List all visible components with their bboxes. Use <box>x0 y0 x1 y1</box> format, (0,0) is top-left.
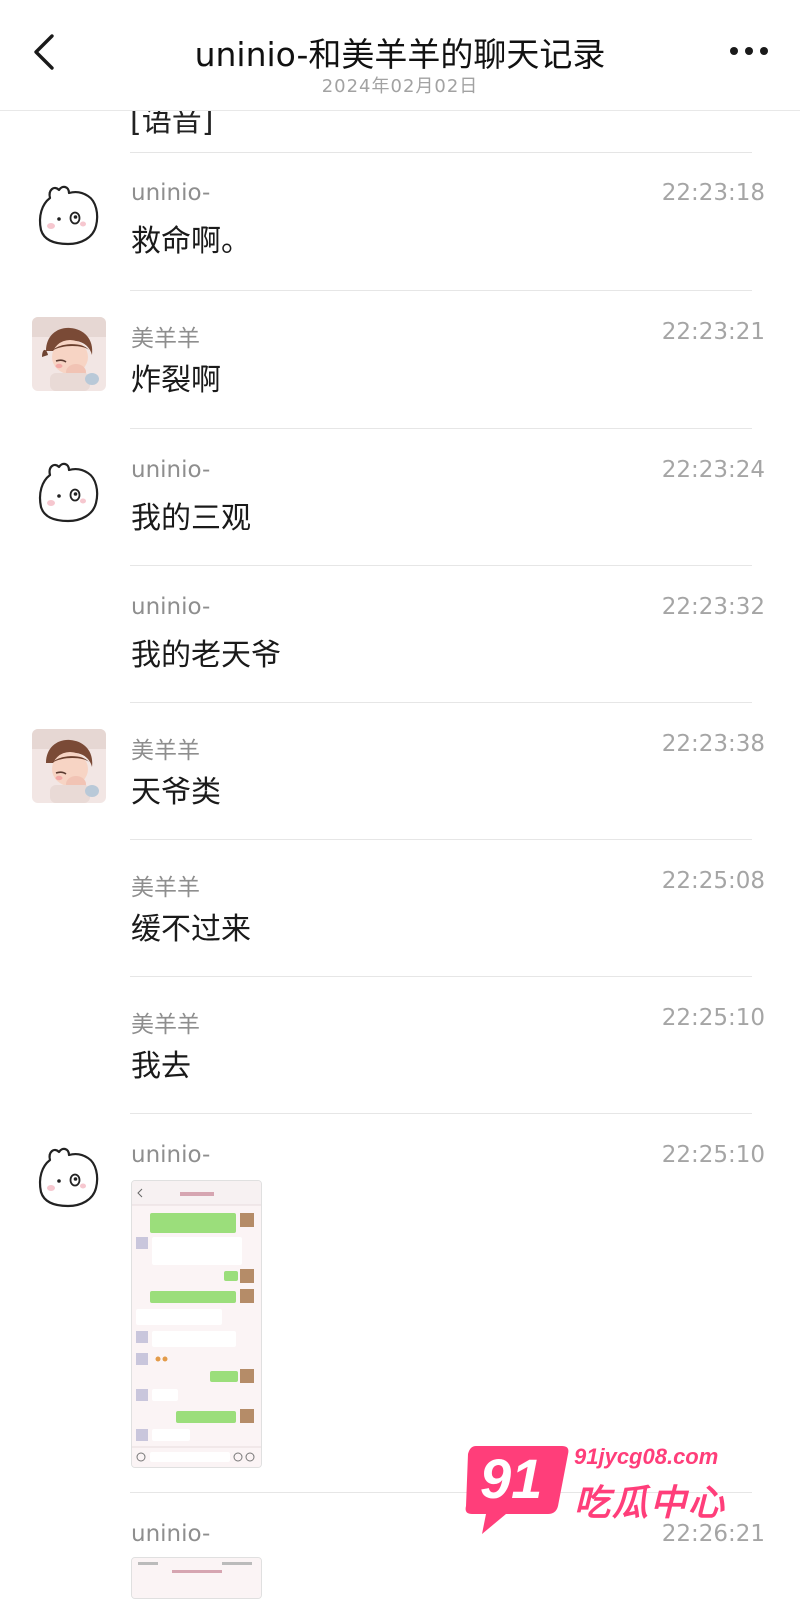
chat-record-item[interactable]: 美羊羊 22:23:21 炸裂啊 <box>0 291 800 429</box>
chat-screenshot-image[interactable] <box>131 1180 262 1468</box>
chat-record-item[interactable]: 美羊羊 22:25:08 缓不过来 <box>0 840 800 977</box>
chat-record-item[interactable]: 美羊羊 22:23:38 天爷类 <box>0 703 800 840</box>
watermark-site-name: 吃瓜中心 <box>574 1483 727 1524</box>
bunny-icon <box>38 185 99 246</box>
message-text: 我去 <box>131 1049 191 1084</box>
site-watermark: 91 91jycg08.com 吃瓜中心 <box>462 1440 762 1550</box>
chat-record-item[interactable]: uninio- 22:23:18 救命啊。 <box>0 152 800 291</box>
message-time: 22:25:10 <box>661 1142 765 1168</box>
message-time: 22:23:24 <box>661 457 765 483</box>
sender-name: uninio- <box>131 457 211 483</box>
sender-name: 美羊羊 <box>131 326 200 352</box>
sender-name: uninio- <box>131 180 211 206</box>
bunny-icon <box>38 462 99 523</box>
message-time: 22:23:21 <box>661 319 765 345</box>
chat-record-item[interactable]: uninio- 22:23:32 我的老天爷 <box>0 566 800 703</box>
sender-name: 美羊羊 <box>131 738 200 764</box>
sender-name: uninio- <box>131 594 211 620</box>
girl-photo-avatar[interactable] <box>32 317 106 391</box>
bunny-icon <box>38 1147 99 1208</box>
bunny-avatar[interactable] <box>32 455 106 529</box>
chat-history-list[interactable]: [语音] uninio- 22:23:18 救命啊。 美羊羊 22:23:21 … <box>0 110 800 1600</box>
girl-photo-icon <box>32 729 106 803</box>
partial-message-text: [语音] <box>130 110 214 139</box>
message-time: 22:23:32 <box>661 594 765 620</box>
chat-record-item[interactable]: uninio- 22:23:24 我的三观 <box>0 429 800 566</box>
bunny-avatar[interactable] <box>32 178 106 252</box>
sender-name: 美羊羊 <box>131 1012 200 1038</box>
message-time: 22:25:10 <box>661 1005 765 1031</box>
chat-record-item[interactable]: 美羊羊 22:25:10 我去 <box>0 977 800 1114</box>
sender-name: 美羊羊 <box>131 875 200 901</box>
message-time: 22:23:38 <box>661 731 765 757</box>
message-text: 天爷类 <box>131 775 221 810</box>
more-button[interactable] <box>726 36 772 66</box>
sender-name: uninio- <box>131 1142 211 1168</box>
chat-screenshot-thumbnail <box>132 1558 261 1598</box>
top-navigation-bar: uninio-和美羊羊的聊天记录 2024年02月02日 <box>0 0 800 111</box>
message-text: 炸裂啊 <box>131 363 221 398</box>
bunny-avatar[interactable] <box>32 1140 106 1214</box>
message-text: 缓不过来 <box>131 912 251 947</box>
chat-record-item[interactable]: uninio- 22:25:10 <box>0 1114 800 1493</box>
message-time: 22:25:08 <box>661 868 765 894</box>
girl-photo-avatar[interactable] <box>32 729 106 803</box>
message-text: 救命啊。 <box>131 224 251 259</box>
girl-photo-icon <box>32 317 106 391</box>
watermark-logo-text: 91 <box>480 1447 543 1510</box>
sender-name: uninio- <box>131 1521 211 1547</box>
message-text: 我的三观 <box>131 501 251 536</box>
message-time: 22:23:18 <box>661 180 765 206</box>
chat-screenshot-thumbnail <box>132 1181 261 1467</box>
chat-date: 2024年02月02日 <box>321 76 479 97</box>
message-text: 我的老天爷 <box>131 638 281 673</box>
chat-screenshot-image[interactable] <box>131 1557 262 1599</box>
more-dots-icon <box>730 47 768 55</box>
page-title: uninio-和美羊羊的聊天记录 <box>194 35 606 74</box>
watermark-url: 91jycg08.com <box>574 1444 719 1469</box>
